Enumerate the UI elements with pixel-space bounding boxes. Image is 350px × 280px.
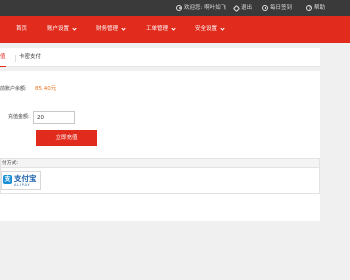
nav-account-settings-label: 账户设置: [47, 26, 70, 32]
help-label: 帮助: [314, 5, 326, 11]
payment-method-box: 付方式: 支 支付宝 ALIPAY: [0, 158, 320, 194]
tab-recharge[interactable]: 值: [0, 54, 6, 67]
chevron-down-icon: [171, 26, 176, 31]
help-link[interactable]: 帮助: [306, 4, 326, 13]
nav-home-label: 首页: [16, 26, 28, 32]
chevron-down-icon: [121, 26, 126, 31]
logout-link[interactable]: 退出: [232, 4, 253, 12]
nav-home[interactable]: 首页: [16, 26, 27, 33]
tab-divider: [15, 55, 16, 62]
user-icon: [176, 5, 182, 11]
nav-tickets[interactable]: 工单管理: [146, 26, 176, 33]
amount-label: 充值金额:: [8, 114, 30, 120]
nav-account-settings[interactable]: 账户设置: [47, 26, 77, 33]
recharge-submit-button[interactable]: 立即充值: [36, 130, 97, 146]
tab-card-pay[interactable]: 卡密支付: [19, 54, 41, 61]
alipay-name-en: ALIPAY: [14, 183, 31, 187]
tab-strip: 值 卡密支付: [0, 48, 320, 67]
checkin-label: 每日签到: [270, 5, 293, 11]
welcome-text: 欢迎您: 啊叶如飞: [184, 5, 227, 11]
nav-finance-label: 财务管理: [96, 26, 119, 32]
main-nav: 首页 账户设置 财务管理 工单管理 安全设置: [0, 16, 350, 43]
chevron-down-icon: [72, 26, 77, 31]
clock-icon: [262, 5, 268, 11]
heart-icon: [232, 4, 241, 12]
nav-tickets-label: 工单管理: [146, 26, 169, 32]
recharge-panel: 前账户余额: 85.40元 充值金额: 立即充值 付方式: 支 支付宝 ALIP…: [0, 71, 320, 221]
amount-input[interactable]: [33, 111, 75, 124]
nav-finance[interactable]: 财务管理: [96, 26, 126, 33]
top-bar: 欢迎您: 啊叶如飞 退出 每日签到 帮助: [0, 0, 350, 16]
welcome-user[interactable]: 欢迎您: 啊叶如飞: [176, 4, 226, 12]
balance-value: 85.40元: [35, 86, 57, 92]
help-icon: [306, 5, 312, 13]
nav-security-label: 安全设置: [195, 26, 218, 32]
alipay-name: 支付宝: [14, 174, 37, 183]
balance-label: 前账户余额:: [0, 86, 27, 92]
checkin-link[interactable]: 每日签到: [262, 4, 292, 12]
chevron-down-icon: [220, 26, 225, 31]
payment-method-label: 付方式:: [1, 159, 319, 168]
logout-label: 退出: [241, 5, 253, 11]
alipay-logo-icon: 支: [3, 175, 12, 184]
nav-security[interactable]: 安全设置: [195, 26, 225, 33]
alipay-option[interactable]: 支 支付宝 ALIPAY: [1, 171, 41, 190]
